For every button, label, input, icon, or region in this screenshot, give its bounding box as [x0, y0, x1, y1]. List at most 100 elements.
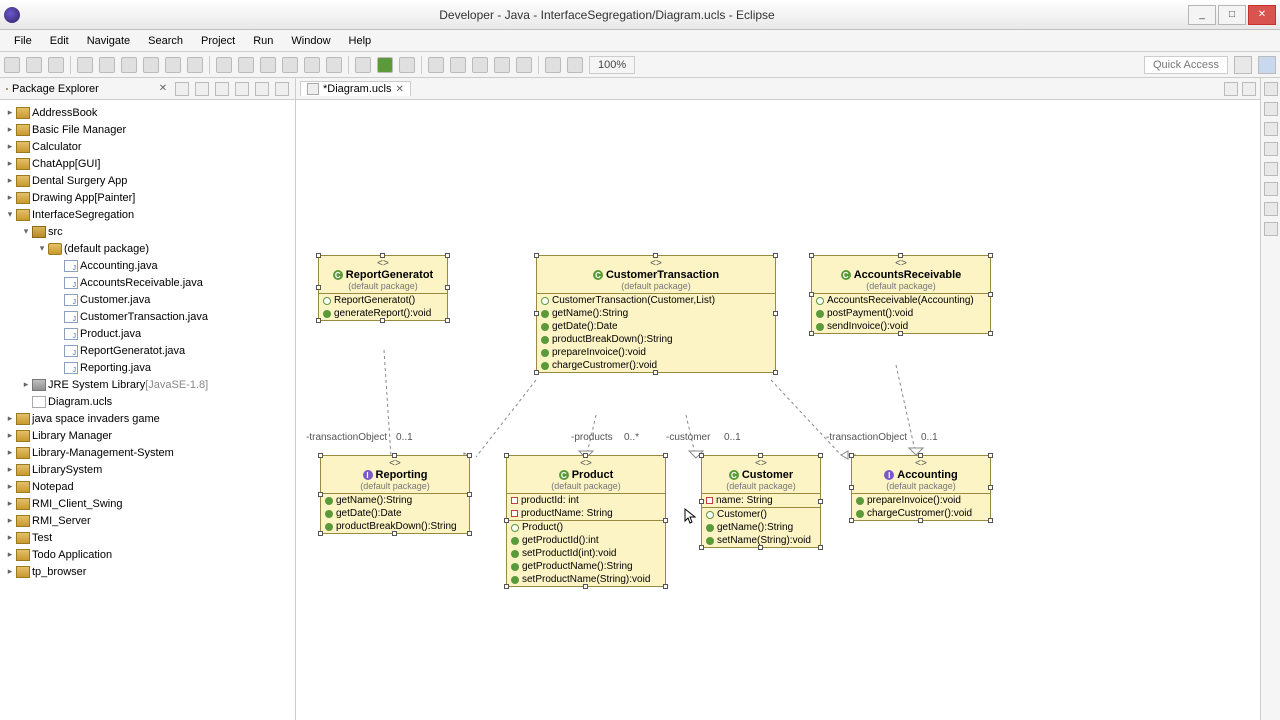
zoom-combo[interactable]: 100%	[589, 56, 635, 74]
resize-handle[interactable]	[773, 370, 778, 375]
tree-item[interactable]: ▸ChatApp[GUI]	[0, 155, 295, 172]
resize-handle[interactable]	[534, 253, 539, 258]
tree-item[interactable]: Customer.java	[0, 291, 295, 308]
resize-handle[interactable]	[988, 253, 993, 258]
tree-item[interactable]: ▸Library-Management-System	[0, 444, 295, 461]
menu-edit[interactable]: Edit	[42, 33, 77, 49]
attribute-row[interactable]: productName: String	[507, 507, 665, 520]
resize-handle[interactable]	[699, 453, 704, 458]
menu-navigate[interactable]: Navigate	[79, 33, 138, 49]
resize-handle[interactable]	[318, 492, 323, 497]
nav-back-button[interactable]	[545, 57, 561, 73]
tree-item[interactable]: Diagram.ucls	[0, 393, 295, 410]
operation-row[interactable]: getName():String	[537, 307, 775, 320]
debug-button[interactable]	[355, 57, 371, 73]
uml-class-AccountsReceivable[interactable]: <>CAccountsReceivable(default package)Ac…	[811, 255, 991, 334]
resize-handle[interactable]	[504, 453, 509, 458]
resize-handle[interactable]	[467, 453, 472, 458]
operation-row[interactable]: AccountsReceivable(Accounting)	[812, 294, 990, 307]
tool-button[interactable]	[260, 57, 276, 73]
resize-handle[interactable]	[773, 253, 778, 258]
twisty-icon[interactable]: ▾	[20, 226, 32, 237]
tool-button[interactable]	[77, 57, 93, 73]
twisty-icon[interactable]: ▸	[4, 447, 16, 458]
resize-handle[interactable]	[380, 318, 385, 323]
tree-item[interactable]: ▸Library Manager	[0, 427, 295, 444]
uml-class-Customer[interactable]: <>CCustomer(default package)name: String…	[701, 455, 821, 548]
resize-handle[interactable]	[653, 370, 658, 375]
resize-handle[interactable]	[653, 253, 658, 258]
tree-item[interactable]: ▸RMI_Client_Swing	[0, 495, 295, 512]
operation-row[interactable]: Customer()	[702, 508, 820, 521]
operation-row[interactable]: getDate():Date	[321, 507, 469, 520]
twisty-icon[interactable]: ▸	[4, 141, 16, 152]
tree-item[interactable]: ▸Dental Surgery App	[0, 172, 295, 189]
twisty-icon[interactable]: ▸	[4, 464, 16, 475]
resize-handle[interactable]	[988, 331, 993, 336]
twisty-icon[interactable]: ▸	[4, 481, 16, 492]
tool-button[interactable]	[304, 57, 320, 73]
tool-button[interactable]	[494, 57, 510, 73]
tree-item[interactable]: CustomerTransaction.java	[0, 308, 295, 325]
operation-row[interactable]: setProductId(int):void	[507, 547, 665, 560]
resize-handle[interactable]	[318, 453, 323, 458]
operation-row[interactable]: prepareInvoice():void	[537, 346, 775, 359]
resize-handle[interactable]	[445, 285, 450, 290]
resize-handle[interactable]	[316, 285, 321, 290]
tree-item[interactable]: Reporting.java	[0, 359, 295, 376]
resize-handle[interactable]	[918, 518, 923, 523]
tool-button[interactable]	[282, 57, 298, 73]
resize-handle[interactable]	[392, 531, 397, 536]
resize-handle[interactable]	[849, 453, 854, 458]
link-editor-button[interactable]	[195, 82, 209, 96]
twisty-icon[interactable]: ▾	[36, 243, 48, 254]
uml-class-Product[interactable]: <>CProduct(default package)productId: in…	[506, 455, 666, 587]
attribute-row[interactable]: productId: int	[507, 494, 665, 507]
tree-item[interactable]: ▾src	[0, 223, 295, 240]
tree-item[interactable]: ▸Test	[0, 529, 295, 546]
minimize-view-button[interactable]	[255, 82, 269, 96]
perspective-button[interactable]	[1234, 56, 1252, 74]
tree-item[interactable]: ▾InterfaceSegregation	[0, 206, 295, 223]
resize-handle[interactable]	[918, 453, 923, 458]
close-button[interactable]: ✕	[1248, 5, 1276, 25]
resize-handle[interactable]	[849, 485, 854, 490]
tool-button[interactable]	[450, 57, 466, 73]
operation-row[interactable]: ReportGeneratot()	[319, 294, 447, 307]
nav-fwd-button[interactable]	[567, 57, 583, 73]
save-all-button[interactable]	[48, 57, 64, 73]
resize-handle[interactable]	[818, 453, 823, 458]
twisty-icon[interactable]: ▸	[4, 498, 16, 509]
uml-class-CustomerTransaction[interactable]: <>CCustomerTransaction(default package)C…	[536, 255, 776, 373]
uml-canvas[interactable]: -transactionObject 0..1 -products 0..* -…	[296, 100, 1260, 720]
operation-row[interactable]: getDate():Date	[537, 320, 775, 333]
resize-handle[interactable]	[445, 253, 450, 258]
tool-button[interactable]	[238, 57, 254, 73]
trim-button[interactable]	[1264, 122, 1278, 136]
resize-handle[interactable]	[898, 331, 903, 336]
tree-item[interactable]: ▾(default package)	[0, 240, 295, 257]
uml-interface-Reporting[interactable]: <>IReporting(default package)getName():S…	[320, 455, 470, 534]
resize-handle[interactable]	[988, 518, 993, 523]
tree-item[interactable]: ▸JRE System Library [JavaSE-1.8]	[0, 376, 295, 393]
resize-handle[interactable]	[380, 253, 385, 258]
tool-button[interactable]	[516, 57, 532, 73]
twisty-icon[interactable]: ▸	[4, 413, 16, 424]
trim-button[interactable]	[1264, 222, 1278, 236]
resize-handle[interactable]	[663, 584, 668, 589]
twisty-icon[interactable]: ▾	[4, 209, 16, 220]
resize-handle[interactable]	[818, 545, 823, 550]
resize-handle[interactable]	[583, 584, 588, 589]
run-button[interactable]	[377, 57, 393, 73]
trim-button[interactable]	[1264, 82, 1278, 96]
tree-item[interactable]: ▸tp_browser	[0, 563, 295, 580]
resize-handle[interactable]	[318, 531, 323, 536]
twisty-icon[interactable]: ▸	[4, 158, 16, 169]
twisty-icon[interactable]: ▸	[4, 192, 16, 203]
tool-button[interactable]	[121, 57, 137, 73]
twisty-icon[interactable]: ▸	[4, 107, 16, 118]
editor-tab-diagram[interactable]: *Diagram.ucls ✕	[300, 81, 411, 96]
view-menu-button[interactable]	[235, 82, 249, 96]
resize-handle[interactable]	[849, 518, 854, 523]
view-menu-button[interactable]	[175, 82, 189, 96]
